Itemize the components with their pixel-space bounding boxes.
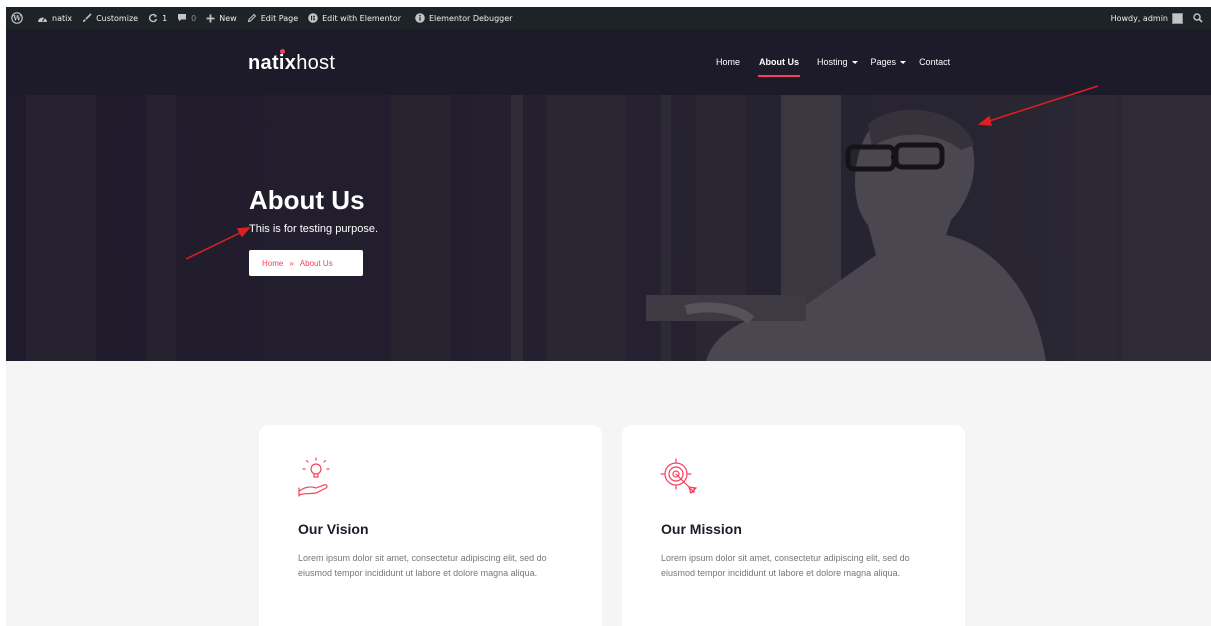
edit-page-button[interactable]: Edit Page [242, 7, 303, 29]
mission-card: Our Mission Lorem ipsum dolor sit amet, … [622, 425, 965, 626]
admin-search-button[interactable] [1188, 7, 1211, 29]
edit-with-elementor-button[interactable]: Edit with Elementor [303, 7, 406, 29]
breadcrumb-current: About Us [299, 258, 333, 268]
target-arrow-icon [660, 458, 698, 495]
chevron-down-icon [851, 60, 858, 64]
updates-refresh-icon [149, 13, 158, 23]
updates-count: 1 [162, 13, 168, 23]
pencil-icon [247, 13, 256, 23]
nav-home-label: Home [716, 57, 741, 67]
comment-bubble-icon [178, 14, 187, 22]
logo-dot [280, 49, 285, 54]
svg-text:W: W [12, 14, 21, 23]
elementor-debugger-button[interactable]: Elementor Debugger [410, 7, 517, 29]
nav-about-us[interactable]: About Us [758, 57, 801, 77]
site-name-button[interactable]: natix [32, 7, 77, 29]
avatar [1172, 12, 1183, 24]
breadcrumb-separator: » [289, 258, 294, 268]
nav-contact-label: Contact [919, 57, 951, 67]
mission-title: Our Mission [661, 521, 742, 537]
customize-label: Customize [96, 13, 139, 23]
nav-home[interactable]: Home [716, 57, 740, 71]
wordpress-logo-button[interactable]: W [6, 7, 32, 29]
comments-count: 0 [191, 13, 197, 23]
nav-hosting[interactable]: Hosting [817, 57, 858, 71]
site-header: natixhost Home About Us Hosting Pages Co… [6, 29, 1211, 95]
breadcrumb: Home » About Us [249, 250, 363, 276]
hero-background-image [6, 95, 1211, 361]
brush-icon [83, 13, 92, 22]
main-nav: Home About Us Hosting Pages Contact [716, 57, 963, 77]
customize-button[interactable]: Customize [77, 7, 143, 29]
site-logo[interactable]: natixhost [248, 49, 336, 75]
elementor-icon [308, 13, 318, 23]
nav-about-label: About Us [759, 57, 800, 67]
vision-title: Our Vision [298, 521, 369, 537]
info-icon [415, 13, 425, 23]
logo-light-text: host [296, 52, 336, 74]
updates-button[interactable]: 1 [143, 7, 172, 29]
wordpress-icon: W [11, 12, 23, 24]
howdy-label: Howdy, admin [1110, 13, 1168, 23]
lightbulb-hand-icon [298, 457, 330, 497]
search-icon [1193, 13, 1203, 23]
dashboard-gauge-icon [38, 17, 47, 22]
site-name-label: natix [52, 13, 73, 23]
logo-bold-text: natix [248, 52, 297, 74]
chevron-down-icon [900, 60, 907, 64]
browser-viewport: W natix Customize 1 0 New Edit Page Edit… [6, 7, 1211, 626]
edit-page-label: Edit Page [260, 13, 299, 23]
plus-icon [206, 14, 215, 22]
breadcrumb-home-link[interactable]: Home [262, 259, 283, 268]
comments-button[interactable]: 0 [172, 7, 201, 29]
nav-pages-label: Pages [870, 57, 897, 67]
new-content-button[interactable]: New [201, 7, 241, 29]
my-account-button[interactable]: Howdy, admin [1106, 7, 1188, 29]
nav-contact[interactable]: Contact [919, 57, 950, 71]
debugger-label: Elementor Debugger [428, 13, 513, 23]
nav-hosting-label: Hosting [817, 57, 848, 67]
edit-elementor-label: Edit with Elementor [322, 13, 401, 23]
vision-text: Lorem ipsum dolor sit amet, consectetur … [298, 553, 547, 578]
nav-pages[interactable]: Pages [871, 57, 907, 71]
page-hero: About Us This is for testing purpose. Ho… [6, 95, 1211, 361]
vision-card: Our Vision Lorem ipsum dolor sit amet, c… [259, 425, 602, 626]
mission-text: Lorem ipsum dolor sit amet, consectetur … [661, 553, 910, 578]
page-subtitle: This is for testing purpose. [249, 223, 379, 235]
page-title: About Us [249, 185, 365, 215]
new-label: New [219, 13, 237, 23]
wp-admin-bar: W natix Customize 1 0 New Edit Page Edit… [6, 7, 1211, 29]
